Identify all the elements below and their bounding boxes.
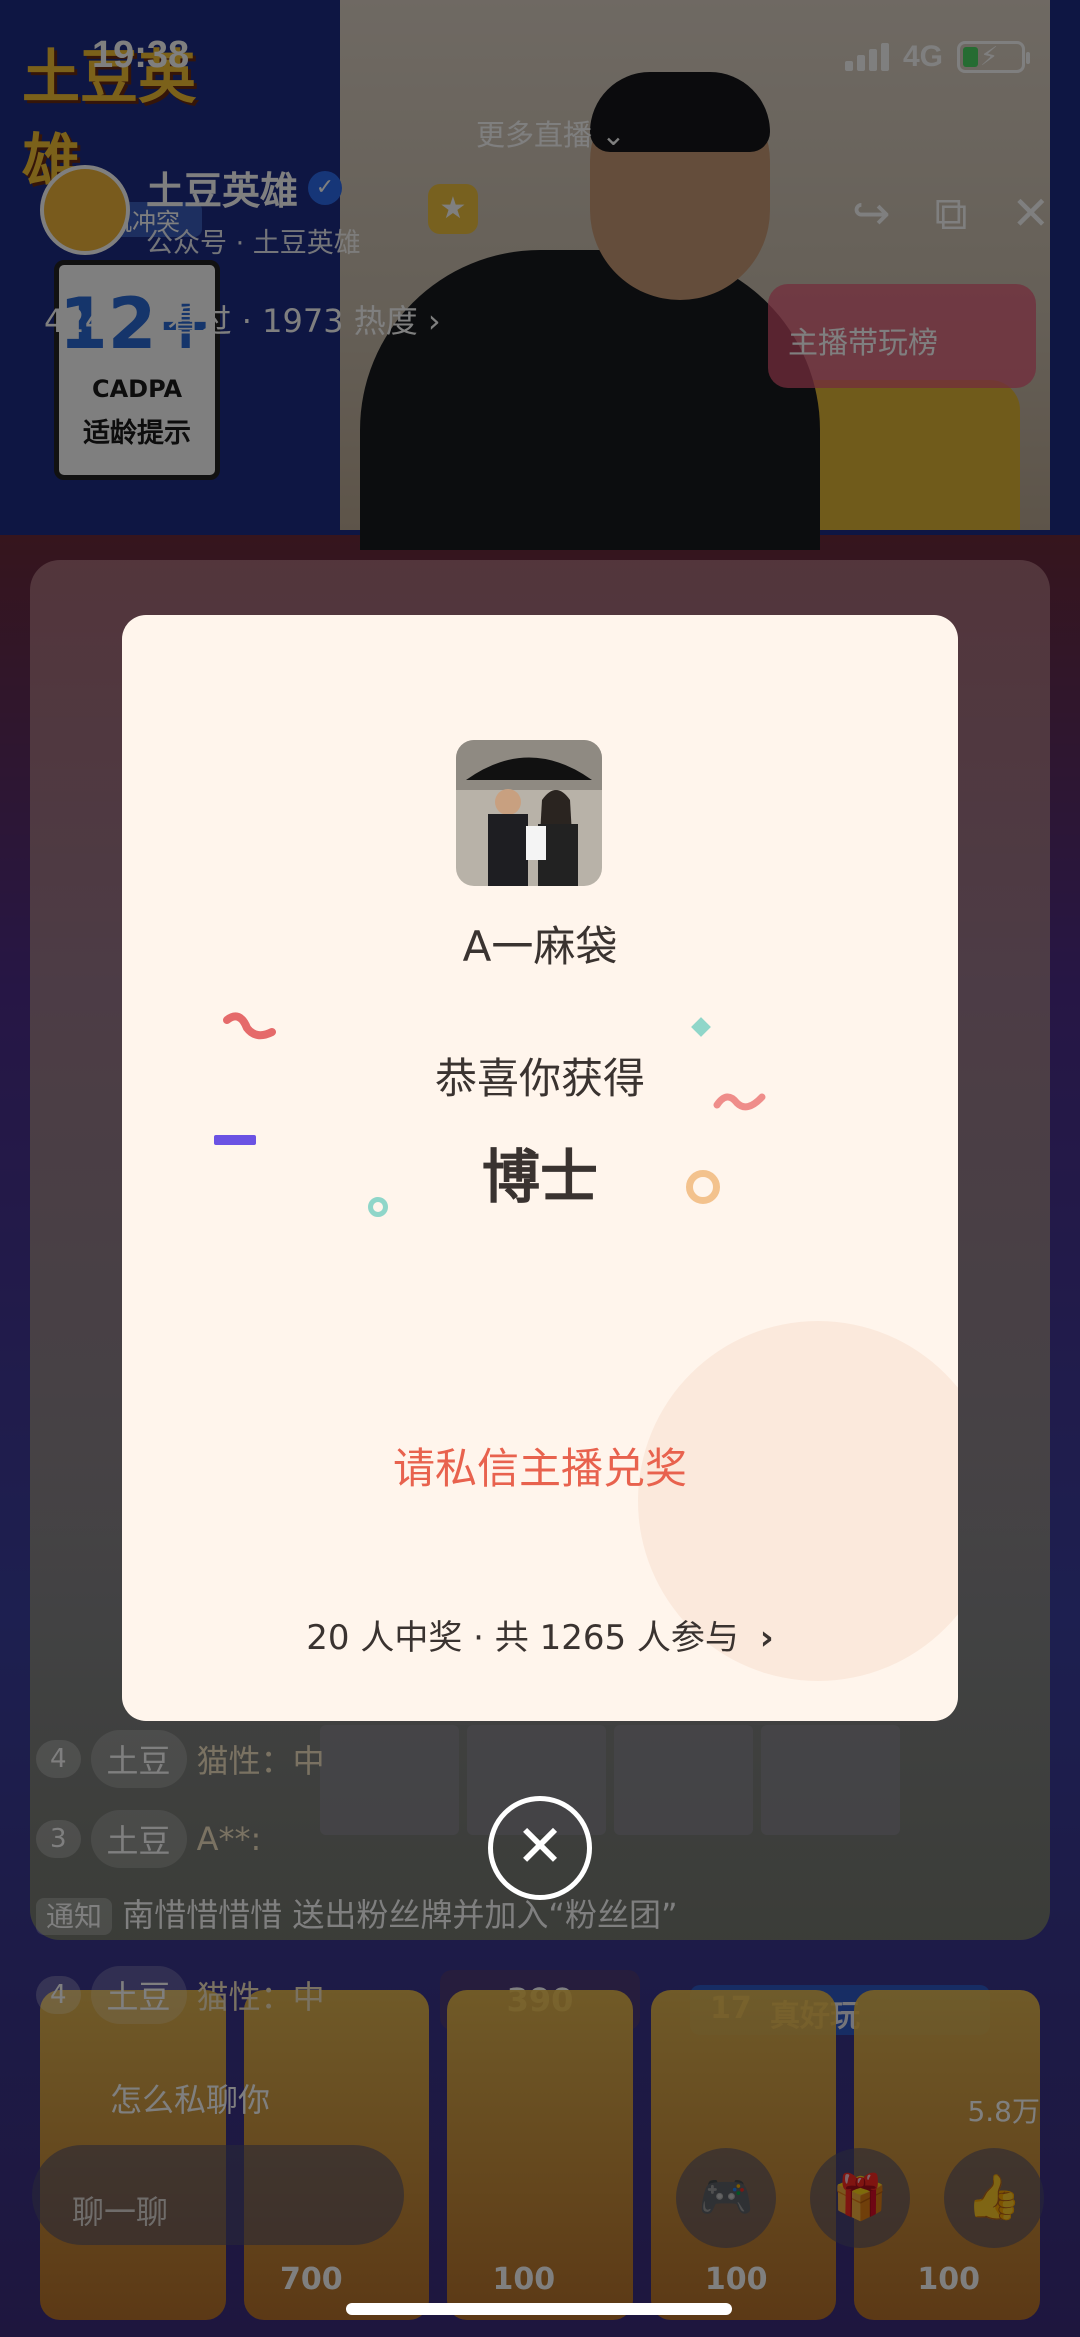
confetti-decoration (691, 1017, 711, 1037)
prize-modal: A一麻袋 恭喜你获得 博士 请私信主播兑奖 20 人中奖 · 共 1265 人参… (122, 615, 958, 1721)
prize-name: 博士 (481, 1143, 598, 1211)
winner-avatar (456, 740, 602, 886)
chevron-right-icon: › (759, 1618, 774, 1658)
close-modal-button[interactable]: ✕ (488, 1796, 592, 1900)
winner-name: A一麻袋 (462, 922, 618, 971)
winners-stats-text: 20 人中奖 · 共 1265 人参与 (306, 1618, 739, 1658)
congrats-text: 恭喜你获得 (434, 1054, 645, 1103)
close-icon: ✕ (515, 1812, 565, 1880)
redeem-hint: 请私信主播兑奖 (392, 1444, 687, 1493)
home-indicator[interactable] (346, 2303, 732, 2315)
confetti-decoration (223, 1012, 276, 1040)
winners-stats-link[interactable]: 20 人中奖 · 共 1265 人参与 › (122, 1610, 958, 1659)
